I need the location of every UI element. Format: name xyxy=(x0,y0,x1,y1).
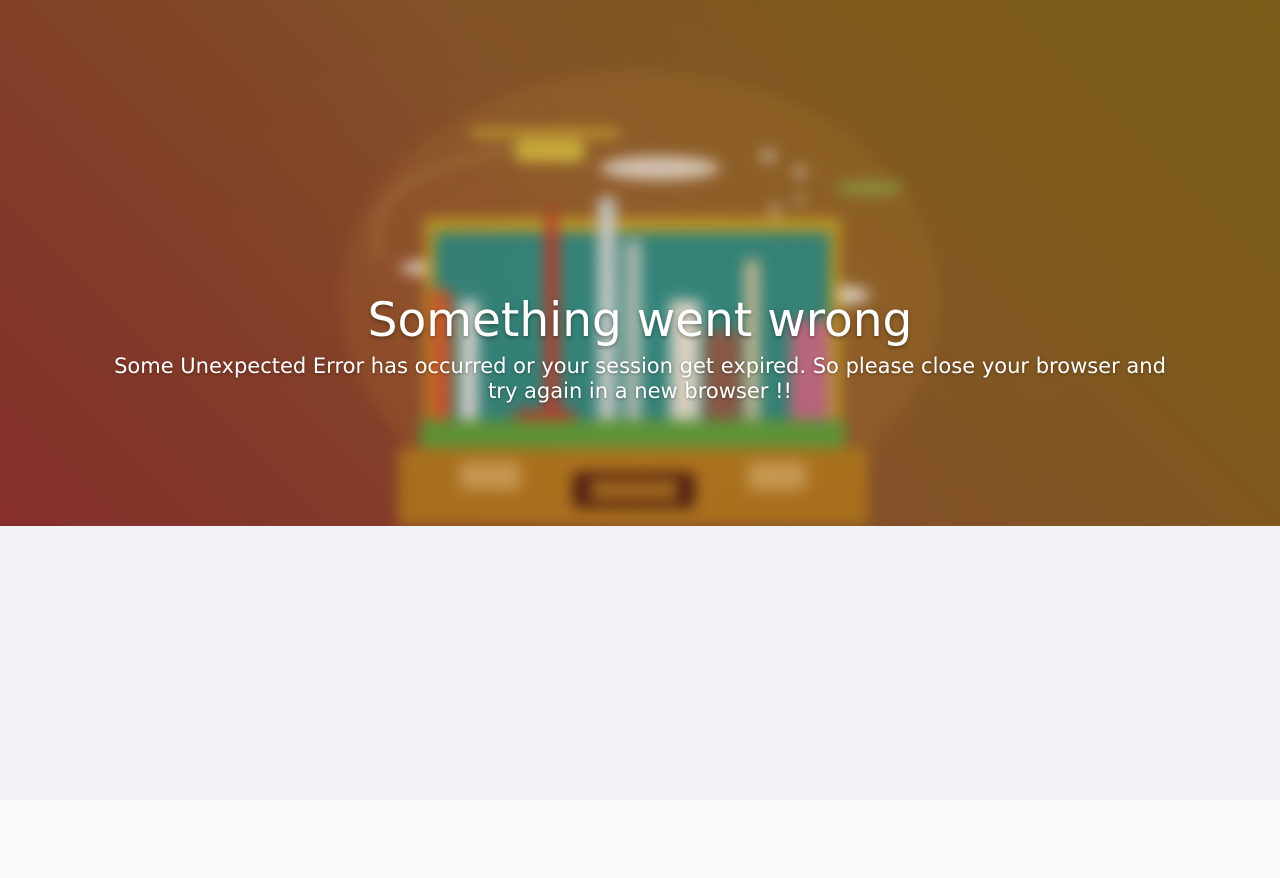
footer-area xyxy=(0,800,1280,878)
content-area xyxy=(0,526,1280,800)
error-hero-banner: Something went wrong Some Unexpected Err… xyxy=(0,0,1280,526)
error-message-block: Something went wrong Some Unexpected Err… xyxy=(0,290,1280,404)
error-description: Some Unexpected Error has occurred or yo… xyxy=(114,354,1166,403)
hero-overlay xyxy=(0,0,1280,526)
error-title: Something went wrong xyxy=(367,293,913,348)
